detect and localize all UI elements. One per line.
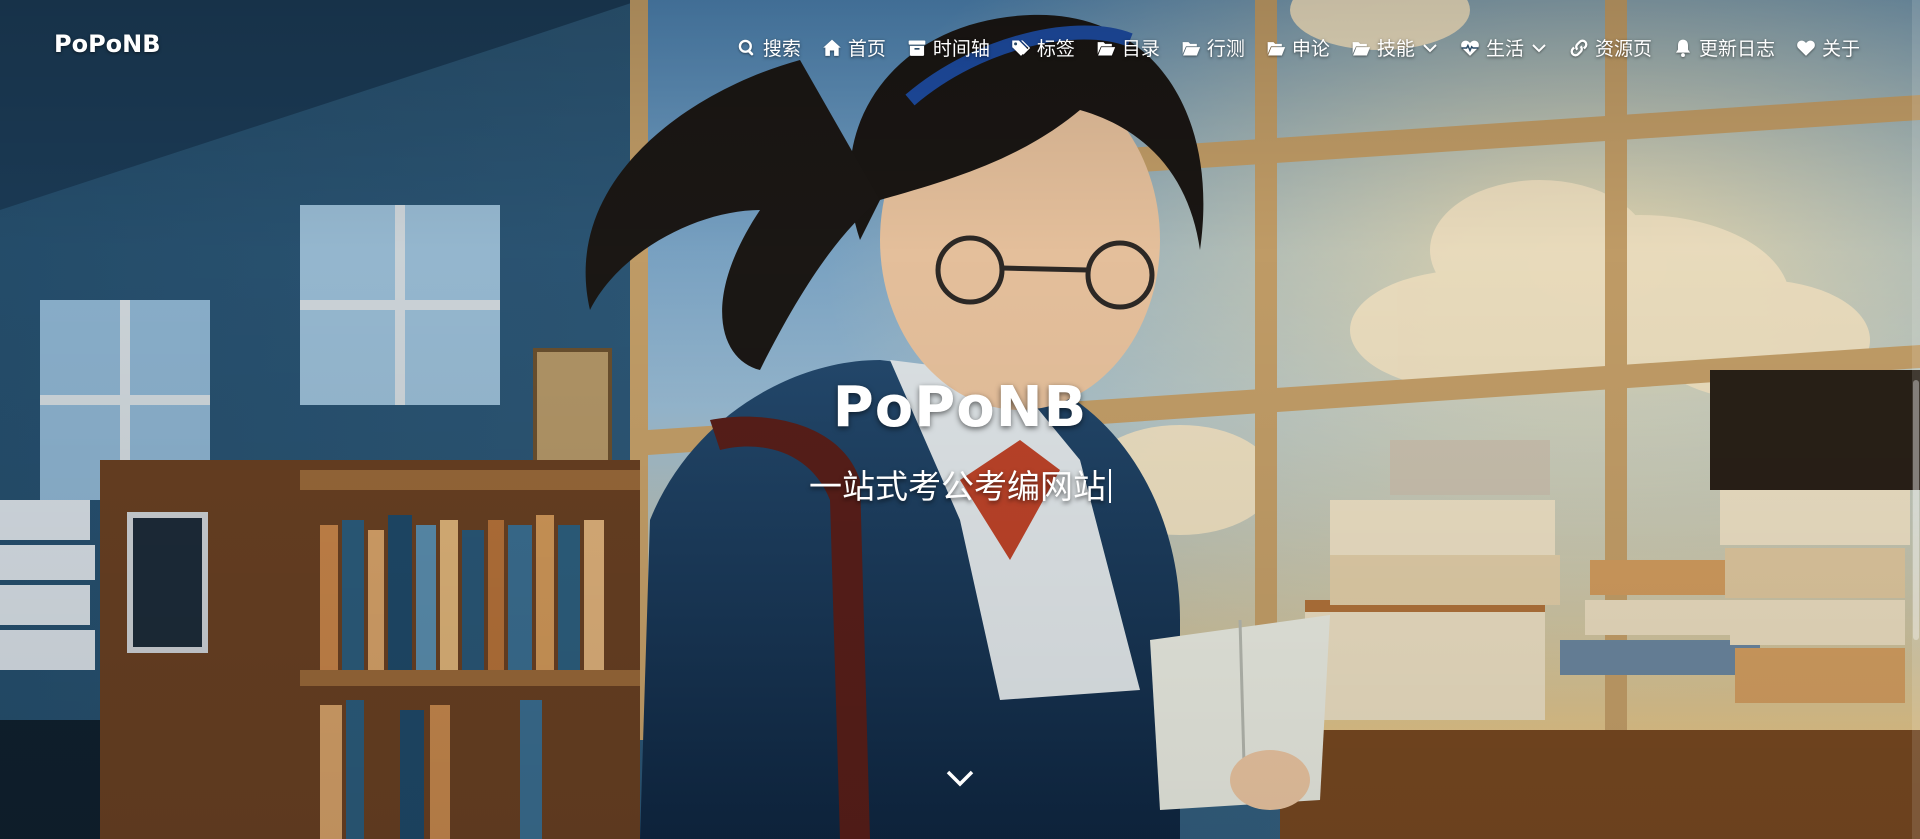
nav-item-label: 资源页 [1594,38,1652,60]
page-scrollbar[interactable] [1912,0,1920,839]
nav-item-label: 更新日志 [1698,38,1775,60]
nav-item-label: 时间轴 [932,38,990,60]
nav-item-search[interactable]: 搜索 [737,34,801,61]
nav-item-tags[interactable]: 标签 [1011,34,1075,61]
site-title: PoPoNB [832,375,1088,440]
nav-item-catalog[interactable]: 目录 [1096,34,1160,61]
nav-item-label: 生活 [1485,38,1524,60]
archive-icon [908,40,926,56]
typing-cursor [1109,469,1111,503]
nav-item-changelog[interactable]: 更新日志 [1673,34,1775,61]
site-subtitle: 一站式考公考编网站 [809,467,1106,506]
folder-open-icon [1097,41,1116,55]
chevron-down-icon [946,770,974,787]
chevron-down-icon [1532,43,1546,52]
tags-icon [1012,40,1031,56]
nav-item-shenlun[interactable]: 申论 [1266,34,1330,61]
nav-item-xingce[interactable]: 行测 [1181,34,1245,61]
site-subtitle-wrap: 一站式考公考编网站 [0,460,1920,508]
nav-item-life-dropdown[interactable]: 生活 [1460,34,1548,61]
site-brand-link[interactable]: PoPoNB [54,30,161,58]
nav-item-label: 技能 [1376,38,1415,60]
link-icon [1570,39,1588,56]
nav-item-label: 搜索 [762,38,801,60]
nav-item-skills-dropdown[interactable]: 技能 [1351,34,1439,61]
nav-item-label: 申论 [1291,38,1330,60]
nav-item-label: 目录 [1121,38,1160,60]
nav-item-resources[interactable]: 资源页 [1569,34,1652,61]
folder-open-icon [1267,41,1286,55]
nav-item-label: 行测 [1206,38,1245,60]
nav-item-timeline[interactable]: 时间轴 [907,34,990,61]
home-icon [823,39,841,56]
chevron-down-icon [1423,43,1437,52]
folder-open-icon [1182,41,1201,55]
nav-item-home[interactable]: 首页 [822,34,886,61]
nav-item-label: 标签 [1036,38,1075,60]
heartbeat-icon [1461,40,1479,56]
hero-banner: PoPoNB 搜索 首页 时间轴 标签 目录 行测 申论 技能 生活 资源页 更… [0,0,1920,839]
top-navbar: PoPoNB 搜索 首页 时间轴 标签 目录 行测 申论 技能 生活 资源页 更… [0,0,1920,96]
nav-item-label: 首页 [847,38,886,60]
scroll-down-button[interactable] [943,766,977,790]
nav-item-label: 关于 [1821,38,1860,60]
search-icon [738,39,754,55]
nav-menu: 搜索 首页 时间轴 标签 目录 行测 申论 技能 生活 资源页 更新日志 关于 [737,34,1860,61]
scrollbar-thumb[interactable] [1913,380,1919,640]
heart-icon [1797,40,1815,56]
folder-open-icon [1352,41,1371,55]
nav-item-about[interactable]: 关于 [1796,34,1860,61]
bell-icon [1675,39,1691,57]
